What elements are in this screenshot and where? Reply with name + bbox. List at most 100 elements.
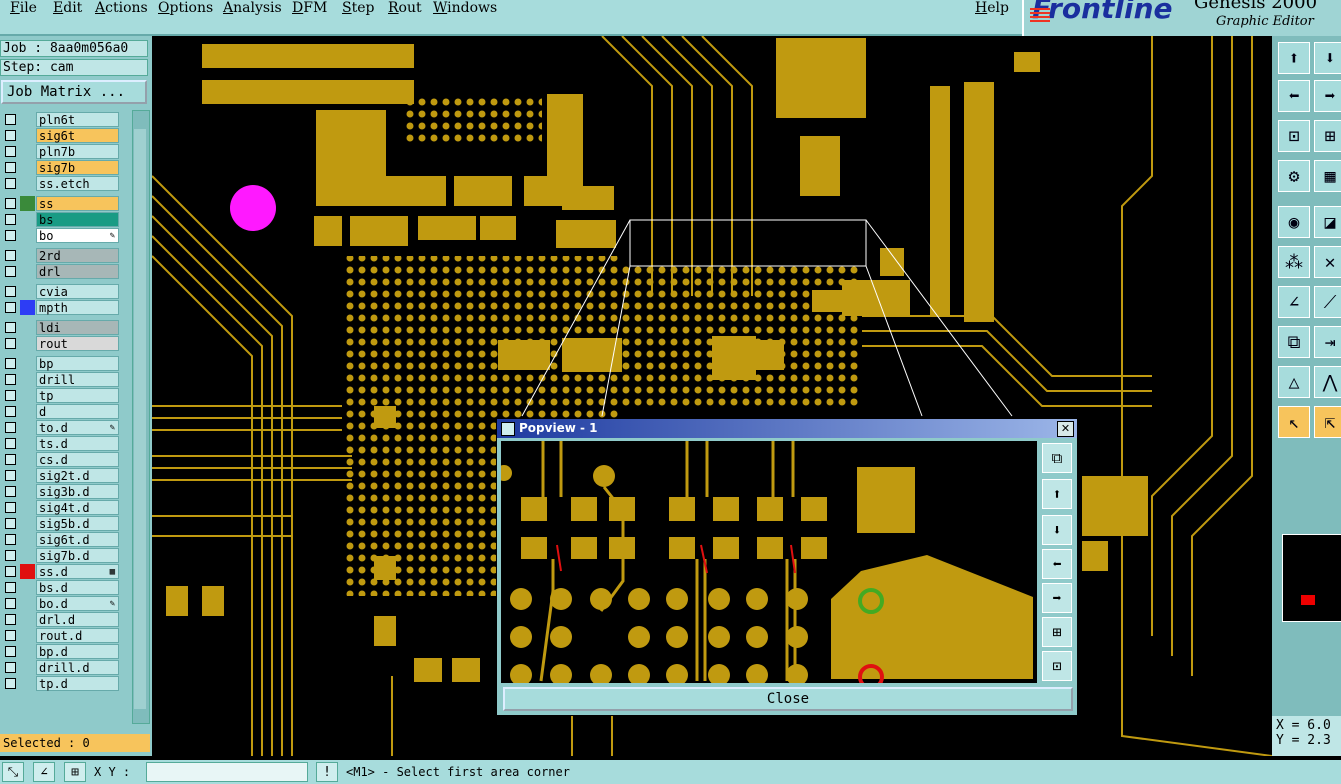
net-icon[interactable]: ⁂ [1278, 246, 1310, 278]
layer-checkbox[interactable] [5, 662, 16, 673]
xy-input[interactable] [146, 762, 308, 782]
pv-zoom-out-icon[interactable]: ⊡ [1042, 651, 1072, 681]
layer-checkbox[interactable] [5, 406, 16, 417]
layer-color-swatch[interactable] [20, 468, 35, 483]
layer-name[interactable]: sig7b.d [36, 548, 119, 563]
layer-row[interactable]: ss [0, 196, 120, 211]
layer-checkbox[interactable] [5, 422, 16, 433]
layer-row[interactable]: 2rd [0, 248, 120, 263]
layer-name[interactable]: ss.etch [36, 176, 119, 191]
layer-row[interactable]: sig7b.d [0, 548, 120, 563]
layer-name[interactable]: ts.d [36, 436, 119, 451]
layer-color-swatch[interactable] [20, 264, 35, 279]
layer-name[interactable]: rout.d [36, 628, 119, 643]
layer-checkbox[interactable] [5, 338, 16, 349]
layer-color-swatch[interactable] [20, 612, 35, 627]
layer-name[interactable]: drill.d [36, 660, 119, 675]
pv-up-icon[interactable]: ⬆ [1042, 479, 1072, 509]
layer-row[interactable]: ts.d [0, 436, 120, 451]
layer-row[interactable]: bo.d ✎ [0, 596, 120, 611]
window-menu-icon[interactable] [501, 422, 515, 436]
layer-row[interactable]: bp.d [0, 644, 120, 659]
layer-color-swatch[interactable] [20, 628, 35, 643]
layer-name[interactable]: drl [36, 264, 119, 279]
layer-name[interactable]: cvia [36, 284, 119, 299]
layer-color-swatch[interactable] [20, 484, 35, 499]
layer-checkbox[interactable] [5, 454, 16, 465]
menu-rout[interactable]: Rout [388, 0, 422, 16]
layer-checkbox[interactable] [5, 302, 16, 313]
layer-row[interactable]: pln7b [0, 144, 120, 159]
layer-name[interactable]: sig5b.d [36, 516, 119, 531]
layer-color-swatch[interactable] [20, 356, 35, 371]
layer-color-swatch[interactable] [20, 320, 35, 335]
select-arrow-icon[interactable]: ↖ [1278, 406, 1310, 438]
layer-row[interactable]: drill.d [0, 660, 120, 675]
polygon-icon[interactable]: △ [1278, 366, 1310, 398]
layer-color-swatch[interactable] [20, 248, 35, 263]
line-icon[interactable]: ∠ [1278, 286, 1310, 318]
layer-name[interactable]: sig2t.d [36, 468, 119, 483]
layer-color-swatch[interactable] [20, 228, 35, 243]
layer-checkbox[interactable] [5, 630, 16, 641]
layer-color-swatch[interactable] [20, 500, 35, 515]
layer-checkbox[interactable] [5, 646, 16, 657]
layer-row[interactable]: sig6t [0, 128, 120, 143]
layer-checkbox[interactable] [5, 114, 16, 125]
pv-right-icon[interactable]: ➡ [1042, 583, 1072, 613]
menu-windows[interactable]: Windows [433, 0, 497, 16]
settings-icon[interactable]: ⚙ [1278, 160, 1310, 192]
layer-row[interactable]: ss.d ▦ [0, 564, 120, 579]
layer-scrollbar[interactable] [132, 110, 150, 724]
pad-icon[interactable]: ⧉ [1278, 326, 1310, 358]
layer-checkbox[interactable] [5, 614, 16, 625]
layer-color-swatch[interactable] [20, 564, 35, 579]
cross-icon[interactable]: ✕ [1314, 246, 1341, 278]
layer-name[interactable]: bo.d ✎ [36, 596, 119, 611]
layer-color-swatch[interactable] [20, 644, 35, 659]
layer-color-swatch[interactable] [20, 212, 35, 227]
layer-checkbox[interactable] [5, 266, 16, 277]
layer-checkbox[interactable] [5, 130, 16, 141]
layer-checkbox[interactable] [5, 286, 16, 297]
layer-color-swatch[interactable] [20, 452, 35, 467]
snap-icon[interactable]: ◉ [1278, 206, 1310, 238]
layer-checkbox[interactable] [5, 470, 16, 481]
layer-name[interactable]: tp [36, 388, 119, 403]
fit-profile-icon[interactable]: ⊞ [1314, 120, 1341, 152]
route-icon[interactable]: ⇥ [1314, 326, 1341, 358]
layer-name[interactable]: pln6t [36, 112, 119, 127]
layer-row[interactable]: bs [0, 212, 120, 227]
layer-color-swatch[interactable] [20, 596, 35, 611]
layer-color-swatch[interactable] [20, 176, 35, 191]
menu-options[interactable]: Options [158, 0, 213, 16]
layer-color-swatch[interactable] [20, 300, 35, 315]
layer-row[interactable]: d [0, 404, 120, 419]
layer-color-swatch[interactable] [20, 196, 35, 211]
layer-row[interactable]: cvia [0, 284, 120, 299]
zoom-home-icon[interactable]: ⬇ [1314, 42, 1341, 74]
layer-row[interactable]: tp.d [0, 676, 120, 691]
layer-name[interactable]: drl.d [36, 612, 119, 627]
layer-color-swatch[interactable] [20, 420, 35, 435]
layer-checkbox[interactable] [5, 534, 16, 545]
menu-file[interactable]: File [10, 0, 37, 16]
pan-right-icon[interactable]: ➡ [1314, 80, 1341, 112]
layer-name[interactable]: sig6t [36, 128, 119, 143]
layer-row[interactable]: cs.d [0, 452, 120, 467]
fit-screen-icon[interactable]: ⊡ [1278, 120, 1310, 152]
layer-checkbox[interactable] [5, 230, 16, 241]
layer-name[interactable]: sig4t.d [36, 500, 119, 515]
pv-left-icon[interactable]: ⬅ [1042, 549, 1072, 579]
layer-checkbox[interactable] [5, 358, 16, 369]
layer-checkbox[interactable] [5, 198, 16, 209]
layer-row[interactable]: sig3b.d [0, 484, 120, 499]
measure-icon[interactable]: ◪ [1314, 206, 1341, 238]
layer-checkbox[interactable] [5, 322, 16, 333]
layer-color-swatch[interactable] [20, 532, 35, 547]
layer-checkbox[interactable] [5, 146, 16, 157]
layer-name[interactable]: bp.d [36, 644, 119, 659]
layer-checkbox[interactable] [5, 162, 16, 173]
layer-checkbox[interactable] [5, 550, 16, 561]
alert-icon[interactable]: ! [316, 762, 338, 782]
